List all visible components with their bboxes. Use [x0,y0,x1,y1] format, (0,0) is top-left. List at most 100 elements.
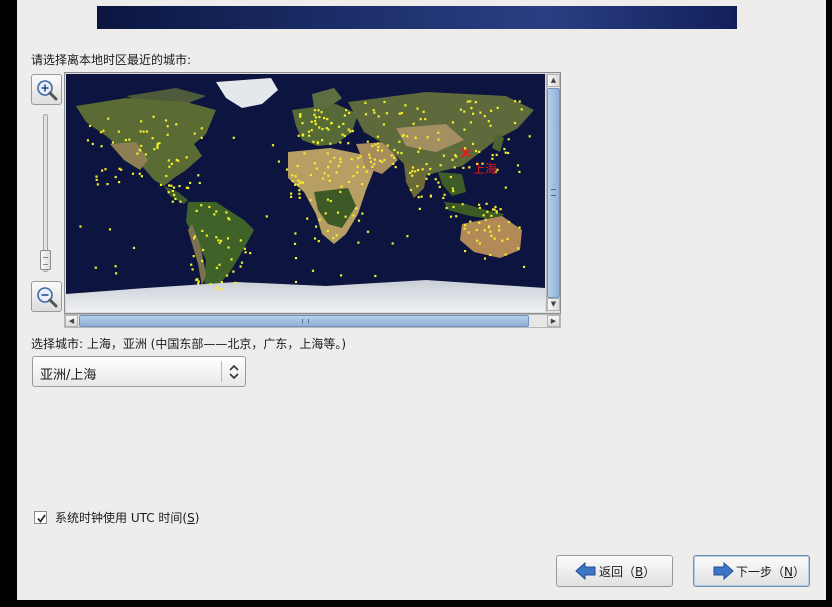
city-dot[interactable] [483,257,487,260]
city-dot[interactable] [470,106,473,110]
city-dot[interactable] [348,180,351,183]
city-dot[interactable] [308,134,311,137]
city-dot[interactable] [240,261,244,264]
city-dot[interactable] [520,108,523,111]
city-dot[interactable] [373,158,376,161]
city-dot[interactable] [170,184,173,187]
city-dot[interactable] [327,166,330,169]
city-dot[interactable] [323,117,326,120]
city-dot[interactable] [101,169,104,172]
city-dot[interactable] [411,170,414,173]
city-dot[interactable] [469,121,472,124]
scroll-up-button[interactable]: ▲ [547,74,560,87]
city-dot[interactable] [443,193,446,196]
city-dot[interactable] [324,212,327,215]
city-dot[interactable] [151,137,154,140]
city-dot[interactable] [152,115,155,118]
city-dot[interactable] [498,229,501,232]
city-dot[interactable] [359,155,362,158]
city-dot[interactable] [445,206,448,210]
utc-checkbox[interactable] [34,511,47,524]
city-dot[interactable] [333,156,336,159]
city-dot[interactable] [398,140,401,143]
city-dot[interactable] [336,211,340,214]
city-dot[interactable] [356,171,359,174]
city-dot[interactable] [455,215,458,218]
next-button[interactable]: 下一步（N） [693,555,810,587]
city-dot[interactable] [197,280,200,283]
city-dot[interactable] [99,131,103,134]
city-dot[interactable] [299,113,302,116]
city-dot[interactable] [466,100,469,103]
city-dot[interactable] [294,232,297,235]
city-dot[interactable] [357,219,361,222]
city-dot[interactable] [496,106,499,109]
city-dot[interactable] [374,143,377,146]
city-dot[interactable] [171,189,174,193]
city-dot[interactable] [390,154,393,157]
city-dot[interactable] [501,239,504,242]
city-dot[interactable] [414,136,417,139]
city-dot[interactable] [328,179,331,182]
city-dot[interactable] [168,184,171,187]
back-button[interactable]: 返回（B） [556,555,673,587]
city-dot[interactable] [230,258,233,261]
map-horizontal-scroll-thumb[interactable] [79,315,529,327]
city-dot[interactable] [174,197,177,200]
city-dot[interactable] [368,153,371,156]
city-dot[interactable] [111,141,114,144]
city-dot[interactable] [307,130,310,133]
city-dot[interactable] [306,217,309,220]
city-dot[interactable] [452,190,455,193]
city-dot[interactable] [167,159,170,162]
city-dot[interactable] [507,151,510,155]
city-dot[interactable] [142,130,145,133]
city-dot[interactable] [195,209,198,212]
city-dot[interactable] [185,186,188,189]
city-dot[interactable] [178,185,181,188]
city-dot[interactable] [391,242,394,245]
city-dot[interactable] [476,239,479,242]
city-dot[interactable] [495,153,498,156]
city-dot[interactable] [215,266,218,269]
city-dot[interactable] [469,100,472,103]
city-dot[interactable] [478,242,481,245]
city-dot[interactable] [200,204,203,207]
city-dot[interactable] [451,187,454,190]
city-dot[interactable] [202,248,205,252]
city-dot[interactable] [156,146,159,149]
city-dot[interactable] [294,257,298,260]
city-dot[interactable] [301,181,304,184]
city-dot[interactable] [290,192,293,195]
city-dot[interactable] [493,208,496,211]
city-dot[interactable] [265,215,268,218]
city-dot[interactable] [518,170,521,173]
city-dot[interactable] [422,110,425,113]
city-dot[interactable] [361,183,364,186]
city-dot[interactable] [491,157,494,160]
city-dot[interactable] [326,198,329,201]
city-dot[interactable] [352,175,355,178]
city-dot[interactable] [170,162,173,165]
city-dot[interactable] [215,210,218,213]
city-dot[interactable] [293,242,297,245]
city-dot[interactable] [198,181,201,185]
city-dot[interactable] [339,141,342,144]
city-dot[interactable] [434,178,437,181]
city-dot[interactable] [357,156,360,160]
city-dot[interactable] [490,109,493,112]
city-dot[interactable] [523,265,526,268]
city-dot[interactable] [94,266,97,269]
city-dot[interactable] [115,272,118,275]
city-dot[interactable] [232,270,235,273]
city-dot[interactable] [136,152,139,155]
timezone-select[interactable]: 亚洲/上海 [32,356,246,387]
city-dot[interactable] [313,162,316,165]
city-dot[interactable] [124,139,127,142]
city-dot[interactable] [303,152,306,155]
city-dot[interactable] [118,181,121,184]
city-dot[interactable] [475,228,478,232]
city-dot[interactable] [315,167,318,170]
city-dot[interactable] [291,179,294,183]
city-dot[interactable] [513,121,517,125]
